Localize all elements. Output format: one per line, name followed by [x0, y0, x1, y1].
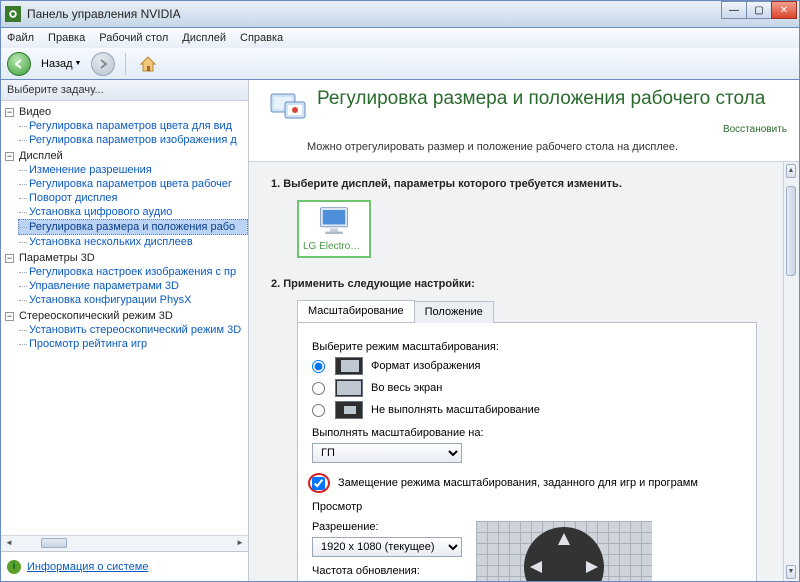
tree-group-label: Стереоскопический режим 3D [19, 310, 173, 322]
label-override[interactable]: Замещение режима масштабирования, заданн… [338, 477, 698, 489]
separator [125, 53, 126, 75]
chevron-down-icon: ▼ [75, 60, 82, 67]
radio-fullscreen[interactable] [312, 382, 325, 395]
tab-body-scaling: Выберите режим масштабирования: Формат и… [298, 323, 756, 581]
tree-item[interactable]: Управление параметрами 3D [19, 279, 248, 293]
scroll-down-icon[interactable]: ▼ [786, 565, 796, 579]
tab-position[interactable]: Положение [414, 301, 494, 323]
menu-desktop[interactable]: Рабочий стол [99, 32, 168, 44]
expander-icon[interactable]: − [5, 152, 14, 161]
back-label-dropdown[interactable]: Назад ▼ [37, 58, 85, 70]
resolution-select[interactable]: 1920 x 1080 (текущее) [312, 537, 462, 557]
content-scroll-thumb[interactable] [786, 186, 796, 276]
radio-noscaling[interactable] [312, 404, 325, 417]
tree-item[interactable]: Изменение разрешения [19, 163, 248, 177]
scroll-right-icon[interactable]: ► [234, 538, 246, 548]
tree-item[interactable]: Установка цифрового аудио [19, 205, 248, 219]
sidebar-header: Выберите задачу... [1, 80, 248, 101]
scroll-left-icon[interactable]: ◄ [3, 538, 15, 548]
content-panel: Регулировка размера и положения рабочего… [249, 80, 799, 581]
maximize-button[interactable]: ▢ [746, 1, 772, 19]
tree-group-label: Дисплей [19, 150, 63, 162]
page-title: Регулировка размера и положения рабочего… [317, 88, 787, 110]
sidebar-footer: i Информация о системе [1, 551, 248, 581]
expander-icon[interactable]: − [5, 254, 14, 263]
step2-label: 2. Применить следующие настройки: [271, 278, 769, 290]
tree-item[interactable]: Установка нескольких дисплеев [19, 235, 248, 249]
label-aspect[interactable]: Формат изображения [371, 360, 481, 372]
perform-on-label: Выполнять масштабирование на: [312, 427, 742, 439]
preview-label: Просмотр [312, 501, 742, 513]
forward-button[interactable] [91, 52, 115, 76]
scaling-mode-label: Выберите режим масштабирования: [312, 341, 742, 353]
system-info-link[interactable]: Информация о системе [27, 561, 148, 573]
tree-item[interactable]: Регулировка параметров цвета для вид [19, 119, 248, 133]
back-label: Назад [41, 58, 73, 70]
toolbar: Назад ▼ [0, 48, 800, 80]
sidebar-scrollbar[interactable]: ◄ ► [1, 535, 248, 551]
label-fullscreen[interactable]: Во весь экран [371, 382, 442, 394]
app-icon [5, 6, 21, 22]
tree-item[interactable]: Регулировка параметров цвета рабочег [19, 177, 248, 191]
settings-tabs: Масштабирование Положение Выберите режим… [297, 300, 757, 581]
perform-on-select[interactable]: ГП [312, 443, 462, 463]
title-bar: Панель управления NVIDIA — ▢ ✕ [0, 0, 800, 28]
task-tree[interactable]: −ВидеоРегулировка параметров цвета для в… [1, 101, 248, 535]
fullscreen-icon [335, 379, 363, 397]
tree-group[interactable]: −Стереоскопический режим 3D [5, 309, 248, 323]
tree-item[interactable]: Установка конфигурации PhysX [19, 293, 248, 307]
scroll-up-icon[interactable]: ▲ [786, 164, 796, 178]
display-label: LG Electronics... [303, 241, 365, 252]
tab-scaling[interactable]: Масштабирование [297, 300, 415, 322]
menu-bar: Файл Правка Рабочий стол Дисплей Справка [0, 28, 800, 48]
menu-edit[interactable]: Правка [48, 32, 85, 44]
step1-label: 1. Выберите дисплей, параметры которого … [271, 178, 769, 190]
display-item[interactable]: LG Electronics... [297, 200, 371, 258]
expander-icon[interactable]: − [5, 108, 14, 117]
radio-aspect[interactable] [312, 360, 325, 373]
tree-item[interactable]: Регулировка параметров изображения д [19, 133, 248, 147]
expander-icon[interactable]: − [5, 312, 14, 321]
tree-item[interactable]: Установить стереоскопический режим 3D [19, 323, 248, 337]
tree-group-label: Видео [19, 106, 51, 118]
override-highlight [308, 473, 330, 493]
tree-group-label: Параметры 3D [19, 252, 95, 264]
aspect-icon [335, 357, 363, 375]
close-button[interactable]: ✕ [771, 1, 797, 19]
scroll-thumb[interactable] [41, 538, 67, 548]
label-noscaling[interactable]: Не выполнять масштабирование [371, 404, 540, 416]
page-subtitle: Можно отрегулировать размер и положение … [307, 141, 787, 153]
main-area: Выберите задачу... −ВидеоРегулировка пар… [0, 80, 800, 582]
tree-item[interactable]: Регулировка настроек изображения с пр [19, 265, 248, 279]
tree-group[interactable]: −Дисплей [5, 149, 248, 163]
window-title: Панель управления NVIDIA [27, 7, 181, 21]
back-button[interactable] [7, 52, 31, 76]
menu-file[interactable]: Файл [7, 32, 34, 44]
window-controls: — ▢ ✕ [722, 1, 797, 19]
noscaling-icon [335, 401, 363, 419]
heading-icon [267, 88, 307, 128]
tree-group[interactable]: −Параметры 3D [5, 251, 248, 265]
content-body: 1. Выберите дисплей, параметры которого … [249, 162, 783, 581]
menu-display[interactable]: Дисплей [182, 32, 226, 44]
restore-defaults-link[interactable]: Восстановить [723, 124, 787, 135]
tree-item[interactable]: Регулировка размера и положения рабо [18, 219, 248, 235]
preview-pattern [476, 521, 652, 581]
monitor-icon [313, 206, 355, 238]
checkbox-override[interactable] [312, 477, 325, 490]
resolution-label: Разрешение: [312, 521, 462, 533]
refresh-label: Частота обновления: [312, 565, 462, 577]
info-icon: i [7, 560, 21, 574]
tree-item[interactable]: Поворот дисплея [19, 191, 248, 205]
tree-item[interactable]: Просмотр рейтинга игр [19, 337, 248, 351]
minimize-button[interactable]: — [721, 1, 747, 19]
menu-help[interactable]: Справка [240, 32, 283, 44]
home-button[interactable] [136, 52, 160, 76]
content-scrollbar[interactable]: ▲ ▼ [783, 162, 799, 581]
tree-group[interactable]: −Видео [5, 105, 248, 119]
sidebar: Выберите задачу... −ВидеоРегулировка пар… [1, 80, 249, 581]
content-header: Регулировка размера и положения рабочего… [249, 80, 799, 162]
